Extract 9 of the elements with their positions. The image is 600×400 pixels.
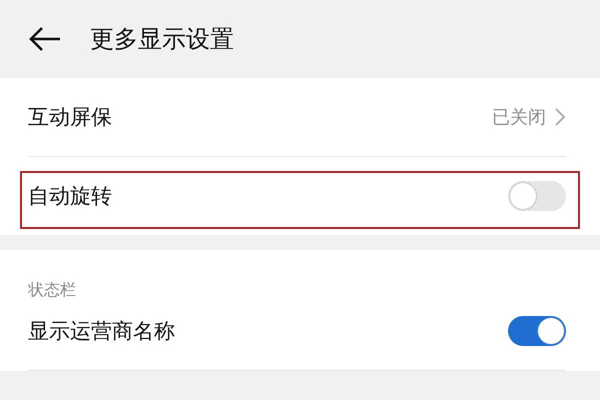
back-icon[interactable] <box>28 26 62 52</box>
section-label: 状态栏 <box>28 280 76 299</box>
setting-label: 自动旋转 <box>28 183 112 210</box>
setting-label: 互动屏保 <box>28 104 112 131</box>
page-title: 更多显示设置 <box>90 24 234 55</box>
toggle-switch[interactable] <box>508 316 566 346</box>
setting-label: 显示运营商名称 <box>28 318 175 345</box>
setting-value: 已关闭 <box>492 106 546 129</box>
toggle-switch[interactable] <box>508 181 566 211</box>
